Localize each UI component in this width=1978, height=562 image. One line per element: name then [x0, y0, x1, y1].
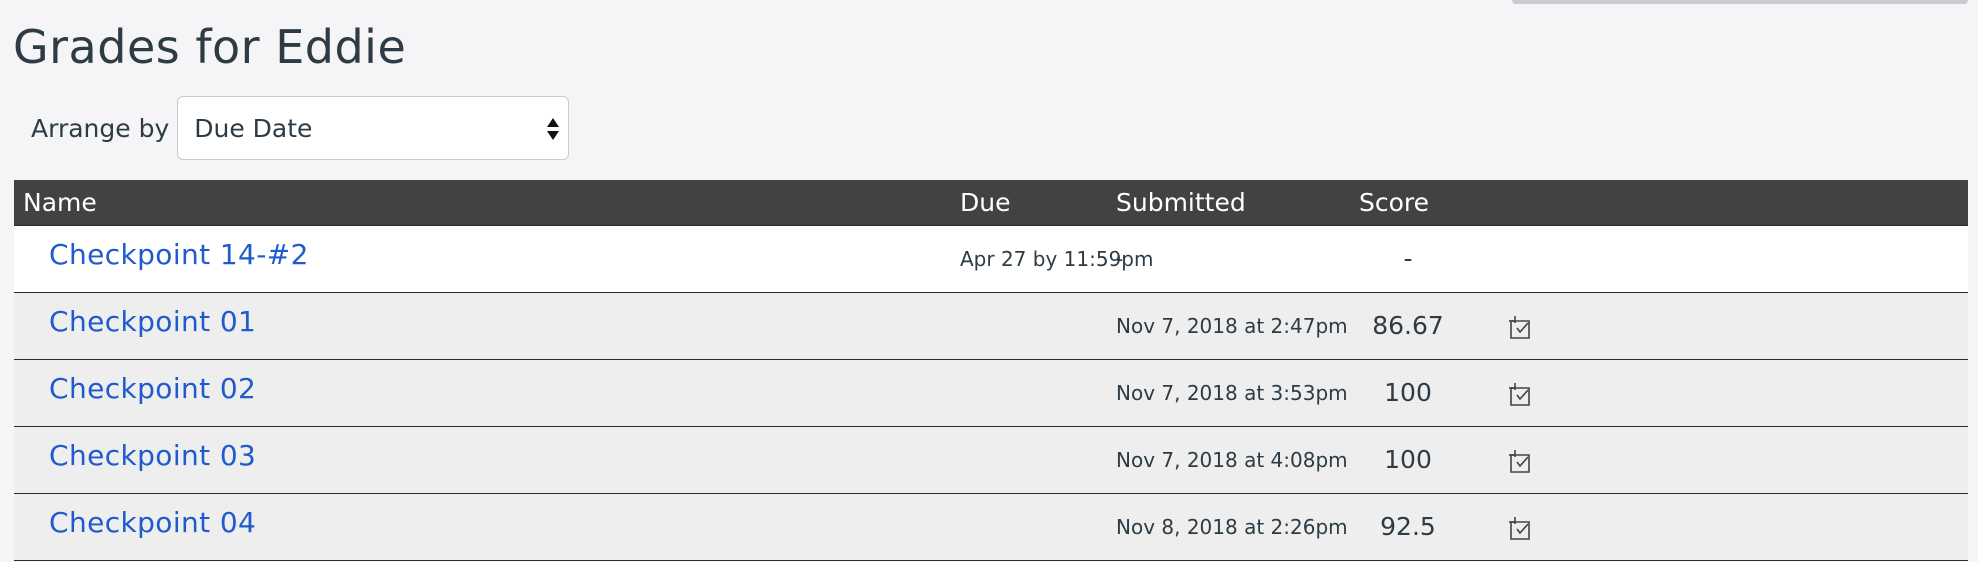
- actions-cell: [1476, 292, 1968, 359]
- actions-cell: [1476, 225, 1968, 292]
- assignment-name-cell: Checkpoint 14-#2: [14, 225, 960, 292]
- assignment-link[interactable]: Checkpoint 04: [49, 506, 256, 539]
- submitted-cell: Nov 7, 2018 at 2:47pm: [1116, 313, 1348, 338]
- table-row: Checkpoint 14-#2 Apr 27 by 11:59pm - -: [14, 225, 1968, 292]
- due-date-cell: [960, 426, 1116, 493]
- column-header-name[interactable]: Name: [14, 180, 960, 225]
- actions-cell: [1476, 359, 1968, 426]
- assignment-name-cell: Checkpoint 02: [14, 359, 960, 426]
- assignment-link[interactable]: Checkpoint 01: [49, 305, 256, 338]
- arrange-by-value: Due Date: [194, 113, 313, 143]
- actions-cell: [1476, 493, 1968, 560]
- column-header-due[interactable]: Due: [960, 180, 1116, 225]
- grades-table: Name Due Submitted Score Checkpoint 14-#…: [14, 180, 1968, 561]
- column-header-score[interactable]: Score: [1340, 180, 1476, 225]
- page-title: Grades for Eddie: [13, 20, 407, 74]
- submission-details-icon[interactable]: [1507, 313, 1535, 341]
- assignment-link[interactable]: Checkpoint 02: [49, 372, 256, 405]
- arrange-by-select[interactable]: Due Date: [177, 96, 570, 160]
- score-cell: 100: [1384, 444, 1432, 474]
- table-row: Checkpoint 04 Nov 8, 2018 at 2:26pm 92.5: [14, 493, 1968, 560]
- table-row: Checkpoint 03 Nov 7, 2018 at 4:08pm 100: [14, 426, 1968, 493]
- table-row: Checkpoint 02 Nov 7, 2018 at 3:53pm 100: [14, 359, 1968, 426]
- grades-table-header: Name Due Submitted Score: [14, 180, 1968, 225]
- table-row: Checkpoint 01 Nov 7, 2018 at 2:47pm 86.67: [14, 292, 1968, 359]
- arrange-by-label: Arrange by: [31, 113, 170, 143]
- due-date-cell: [960, 493, 1116, 560]
- column-header-submitted[interactable]: Submitted: [1116, 180, 1340, 225]
- assignment-link[interactable]: Checkpoint 03: [49, 439, 256, 472]
- assignment-link[interactable]: Checkpoint 14-#2: [49, 238, 309, 271]
- due-date-cell: Apr 27 by 11:59pm: [960, 246, 1154, 271]
- arrange-by-control: Arrange by Due Date: [31, 94, 570, 162]
- score-cell: 92.5: [1380, 511, 1436, 541]
- score-cell: -: [1403, 243, 1413, 273]
- submitted-cell: Nov 7, 2018 at 4:08pm: [1116, 447, 1348, 472]
- submission-details-icon[interactable]: [1507, 447, 1535, 475]
- score-cell: 100: [1384, 377, 1432, 407]
- assignment-name-cell: Checkpoint 01: [14, 292, 960, 359]
- due-date-cell: [960, 359, 1116, 426]
- column-header-actions: [1476, 180, 1968, 225]
- submission-details-icon[interactable]: [1507, 380, 1535, 408]
- actions-cell: [1476, 426, 1968, 493]
- submitted-cell: Nov 7, 2018 at 3:53pm: [1116, 380, 1348, 405]
- submitted-cell: Nov 8, 2018 at 2:26pm: [1116, 514, 1348, 539]
- due-date-cell: [960, 292, 1116, 359]
- assignment-name-cell: Checkpoint 03: [14, 426, 960, 493]
- score-cell: 86.67: [1372, 310, 1444, 340]
- submission-details-icon[interactable]: [1507, 514, 1535, 542]
- select-arrows-icon: [547, 118, 560, 140]
- top-tab-edge: [1512, 0, 1968, 4]
- assignment-name-cell: Checkpoint 04: [14, 493, 960, 560]
